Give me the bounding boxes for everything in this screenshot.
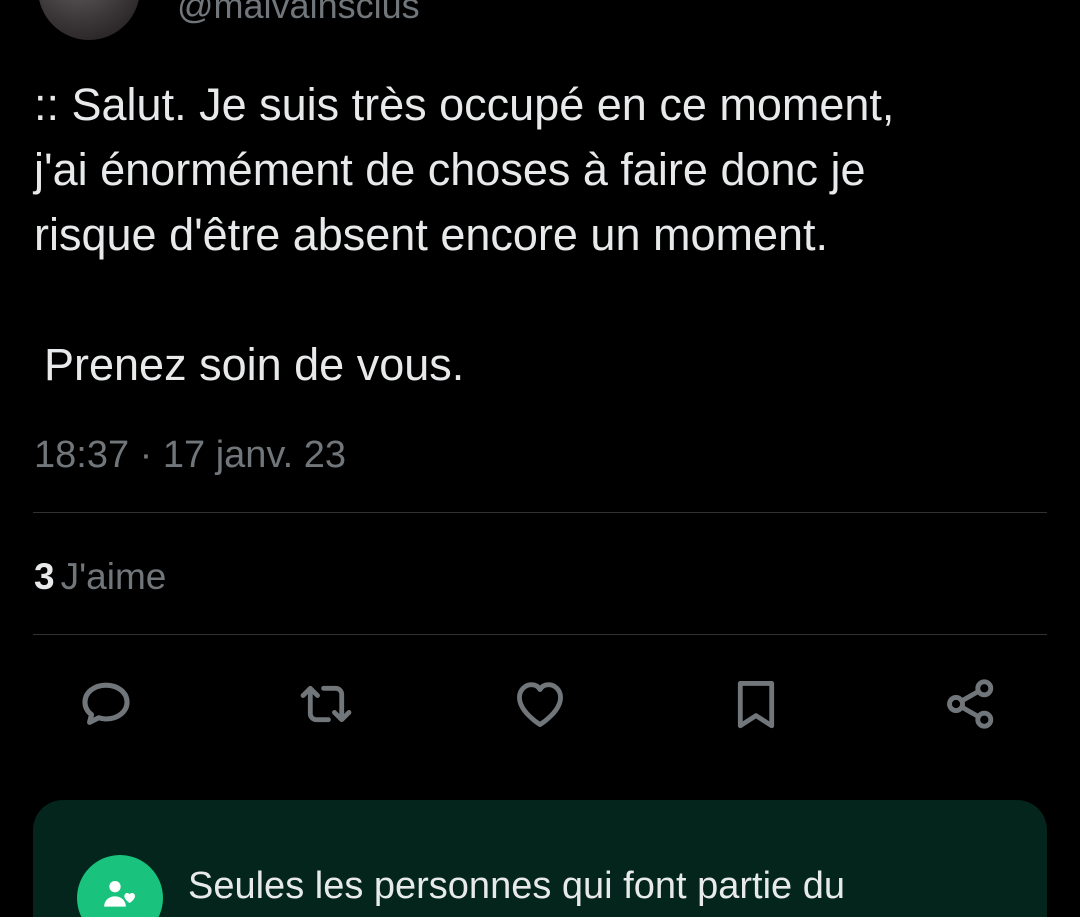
tweet-text-line: j'ai énormément de choses à faire donc j… — [34, 144, 866, 195]
community-people-glyph — [104, 881, 135, 907]
share-icon — [947, 679, 994, 729]
reply-button[interactable] — [76, 674, 136, 734]
share-button[interactable] — [941, 674, 1001, 734]
bookmark-icon — [737, 681, 775, 729]
likes-stat[interactable]: 3 J'aime — [34, 555, 166, 599]
divider — [33, 512, 1047, 513]
tweet-text-line: :: Salut. Je suis très occupé en ce mome… — [34, 79, 895, 130]
tweet-text: :: Salut. Je suis très occupé en ce mome… — [34, 72, 1044, 397]
reply-icon — [82, 682, 130, 725]
like-button[interactable] — [510, 674, 570, 734]
community-notice-text: Seules les personnes qui font partie du — [188, 865, 845, 907]
tweet-text-line: Prenez soin de vous. — [44, 339, 465, 390]
tweet-timestamp[interactable]: 18:37 · 17 janv. 23 — [34, 432, 346, 478]
author-avatar[interactable] — [38, 0, 140, 40]
retweet-button[interactable] — [296, 674, 356, 734]
author-handle[interactable]: @malvainsclus — [177, 0, 420, 28]
likes-count: 3 — [34, 556, 55, 597]
heart-icon — [517, 682, 563, 727]
divider — [33, 634, 1047, 635]
likes-label: J'aime — [60, 556, 167, 597]
retweet-icon — [300, 685, 352, 723]
bookmark-button[interactable] — [726, 674, 786, 734]
tweet-text-line: risque d'être absent encore un moment. — [34, 209, 829, 260]
